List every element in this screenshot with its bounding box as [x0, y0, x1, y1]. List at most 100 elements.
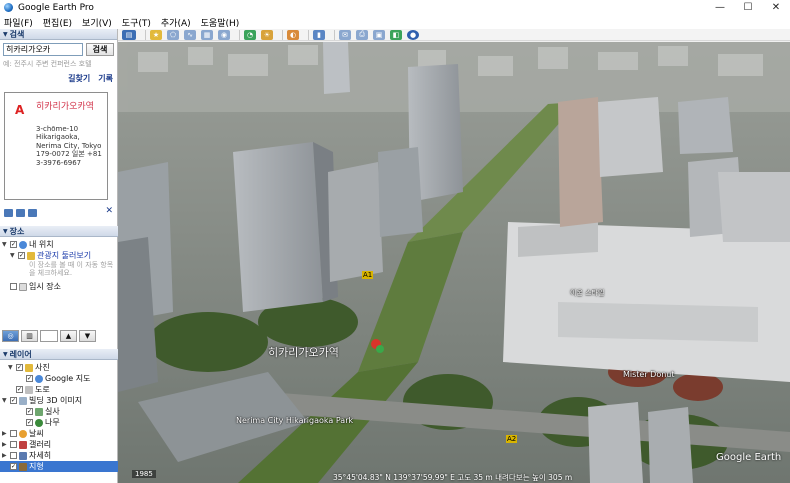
toolbar-separator: [282, 29, 283, 40]
checkbox[interactable]: ✓: [18, 252, 25, 259]
tree-row[interactable]: ▼ ✓ 내 위치: [0, 239, 118, 250]
polygon-icon[interactable]: ⬠: [167, 29, 179, 40]
road-label[interactable]: Nerima City Hikarigaoka Park: [236, 416, 353, 425]
expand-icon[interactable]: ▶: [2, 430, 9, 437]
placemark-icon[interactable]: ★: [150, 29, 162, 40]
clear-results-icon[interactable]: ✕: [105, 206, 113, 216]
directions-link[interactable]: 길찾기: [68, 73, 90, 84]
station-label[interactable]: 히카리가오카역: [268, 344, 339, 360]
layer-row[interactable]: ▶ 갤러리: [0, 439, 118, 450]
menu-add[interactable]: 추가(A): [161, 16, 191, 29]
close-button[interactable]: ✕: [762, 0, 790, 15]
google-earth-icon: [4, 3, 13, 12]
earth-icon[interactable]: ●: [407, 29, 419, 40]
window-controls: — ☐ ✕: [706, 0, 790, 15]
checkbox[interactable]: ✓: [10, 463, 17, 470]
search-panel-header[interactable]: ▼ 검색: [0, 29, 117, 40]
places-tree: ▼ ✓ 내 위치 ▼ ✓ 관광지 둘러보기 이 장소를 볼 때 이 자동 항목을…: [0, 239, 118, 292]
google-earth-logo: Google Earth: [716, 452, 782, 463]
folder-icon: [19, 282, 27, 291]
checkbox[interactable]: [10, 430, 17, 437]
layers-header[interactable]: ▼ 레이어: [0, 349, 118, 360]
expand-icon[interactable]: ▶: [2, 452, 9, 459]
planets-icon[interactable]: ◐: [287, 29, 299, 40]
historical-imagery-icon[interactable]: ◔: [244, 29, 256, 40]
maximize-button[interactable]: ☐: [734, 0, 762, 15]
layer-row[interactable]: ✓ 실사: [0, 406, 118, 417]
expand-icon[interactable]: ▼: [2, 397, 9, 404]
image-overlay-icon[interactable]: ▦: [201, 29, 213, 40]
collapse-triangle-icon: ▼: [3, 350, 8, 358]
sunlight-icon[interactable]: ☀: [261, 29, 273, 40]
checkbox[interactable]: ✓: [26, 375, 33, 382]
history-link[interactable]: 기록: [98, 73, 113, 84]
expand-icon[interactable]: ▶: [2, 441, 9, 448]
record-tour-icon[interactable]: ◉: [218, 29, 230, 40]
print-icon[interactable]: [28, 209, 37, 217]
tree-row[interactable]: 임시 장소: [0, 281, 118, 292]
menu-view[interactable]: 보기(V): [82, 16, 112, 29]
copy-icon[interactable]: [16, 209, 25, 217]
print-icon[interactable]: ⎙: [356, 29, 368, 40]
folder-icon[interactable]: [4, 209, 13, 217]
layer-row[interactable]: ▼ ✓ 사진: [0, 362, 118, 373]
layer-row[interactable]: ✓ Google 지도: [0, 373, 118, 384]
move-up-icon[interactable]: ▲: [60, 330, 77, 342]
checkbox[interactable]: ✓: [16, 364, 23, 371]
more-icon: [19, 451, 27, 460]
expand-icon[interactable]: ▼: [2, 241, 9, 248]
checkbox[interactable]: ✓: [26, 419, 33, 426]
layer-row[interactable]: ✓ 도로: [0, 384, 118, 395]
checkbox[interactable]: [10, 283, 17, 290]
donut-label[interactable]: Mister Donut: [623, 370, 675, 379]
menu-file[interactable]: 파일(F): [4, 16, 33, 29]
checkbox[interactable]: ✓: [16, 386, 23, 393]
places-panel: ▼ 장소 ▼ ✓ 내 위치 ▼ ✓ 관광지 둘러보기 이 장소를 볼 때 이 자…: [0, 226, 118, 291]
expand-icon[interactable]: ▼: [10, 252, 17, 259]
tree-row[interactable]: ▼ ✓ 관광지 둘러보기: [0, 250, 118, 261]
toolbar-separator: [334, 29, 335, 40]
sidebar-toggle-icon[interactable]: ▤: [122, 29, 136, 40]
blank-button[interactable]: [40, 330, 58, 342]
menu-tools[interactable]: 도구(T): [122, 16, 151, 29]
collapse-triangle-icon: ▼: [3, 227, 8, 235]
menu-bar: 파일(F) 편집(E) 보기(V) 도구(T) 추가(A) 도움말(H): [0, 15, 790, 29]
checkbox[interactable]: [10, 452, 17, 459]
layer-row-selected[interactable]: ✓ 지형: [0, 461, 118, 472]
ruler-icon[interactable]: ▮: [313, 29, 325, 40]
checkbox[interactable]: [10, 441, 17, 448]
folder-icon: [27, 251, 35, 260]
toolbar-separator: [145, 29, 146, 40]
map-view[interactable]: 히카리가오카역 Nerima City Hikarigaoka Park Mis…: [118, 42, 790, 483]
store-label[interactable]: 이온 스타일: [570, 288, 604, 298]
toolbar-separator: [239, 29, 240, 40]
path-icon[interactable]: ∿: [184, 29, 196, 40]
checkbox[interactable]: ✓: [10, 397, 17, 404]
aerial-scene: [118, 42, 790, 483]
places-header[interactable]: ▼ 장소: [0, 226, 118, 237]
search-button[interactable]: 검색: [86, 43, 114, 56]
search-places-icon[interactable]: ◎: [2, 330, 19, 342]
building-icon: [19, 396, 27, 405]
result-marker: A: [15, 103, 25, 117]
search-input[interactable]: [3, 43, 83, 56]
email-icon[interactable]: ✉: [339, 29, 351, 40]
imagery-date: 1985: [132, 470, 156, 478]
move-down-icon[interactable]: ▼: [79, 330, 96, 342]
search-result[interactable]: A 히카리가오카역 3-chōme-10 Hikarigaoka, Nerima…: [4, 92, 108, 200]
view-in-maps-icon[interactable]: ◧: [390, 29, 402, 40]
layer-row[interactable]: ✓ 나무: [0, 417, 118, 428]
layer-row[interactable]: ▶ 날씨: [0, 428, 118, 439]
layer-row[interactable]: ▶ 자세히: [0, 450, 118, 461]
menu-edit[interactable]: 편집(E): [43, 16, 72, 29]
expand-icon[interactable]: ▼: [8, 364, 15, 371]
list-view-icon[interactable]: ▥: [21, 330, 38, 342]
checkbox[interactable]: ✓: [10, 241, 17, 248]
layer-row[interactable]: ▼ ✓ 빌딩 3D 이미지: [0, 395, 118, 406]
checkbox[interactable]: ✓: [26, 408, 33, 415]
minimize-button[interactable]: —: [706, 0, 734, 15]
route-a1-badge: A1: [362, 271, 374, 279]
save-image-icon[interactable]: ▣: [373, 29, 385, 40]
result-title[interactable]: 히카리가오카역: [36, 102, 104, 112]
menu-help[interactable]: 도움말(H): [201, 16, 240, 29]
